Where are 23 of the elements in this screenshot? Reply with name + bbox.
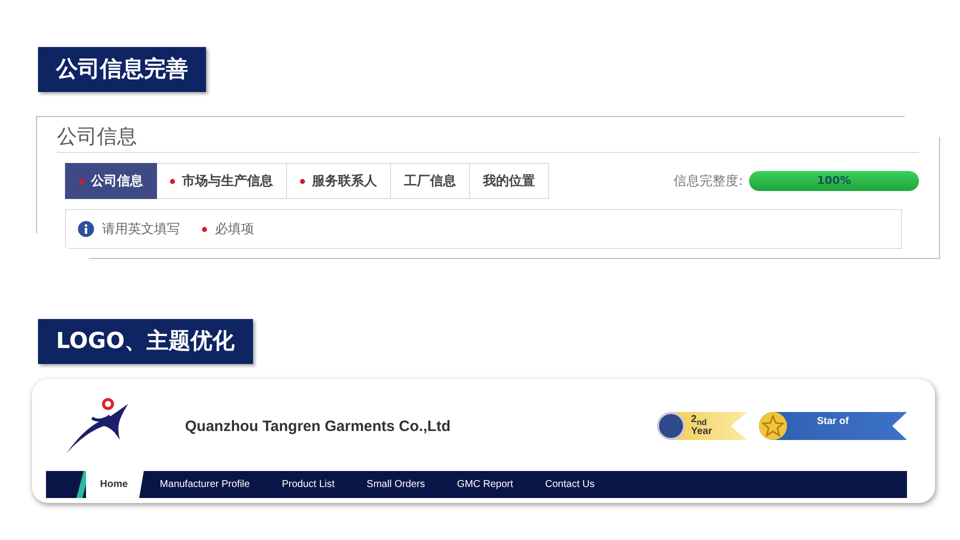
year-badge: 2$_{nd}$ Year <box>657 412 747 440</box>
note-text: 必填项 <box>215 221 254 238</box>
required-dot-icon <box>202 226 207 232</box>
nav-link[interactable]: Small Orders <box>350 471 442 498</box>
tab[interactable]: 工厂信息 <box>391 163 470 199</box>
nav-link[interactable]: Home <box>86 471 144 498</box>
nav-link[interactable]: Manufacturer Profile <box>144 471 266 498</box>
section-heading: LOGO、主题优化 <box>38 319 253 364</box>
tab[interactable]: 市场与生产信息 <box>157 163 287 199</box>
company-name: Quanzhou Tangren Garments Co.,Ltd <box>185 418 451 434</box>
completeness-label: 信息完整度: <box>674 173 743 190</box>
tab[interactable]: 服务联系人 <box>287 163 391 199</box>
star-badge: Star of <box>759 412 907 440</box>
info-icon <box>78 221 94 237</box>
nav-link[interactable]: Product List <box>266 471 351 498</box>
tab[interactable]: 我的位置 <box>470 163 549 199</box>
note-text: 请用英文填写 <box>102 221 180 238</box>
panel-title: 公司信息 <box>57 123 919 153</box>
nav-link[interactable]: Contact Us <box>529 471 611 498</box>
progress-reading: 100% <box>816 173 852 189</box>
section-heading: 公司信息完善 <box>38 47 206 92</box>
nav-link[interactable]: GMC Report <box>441 471 530 498</box>
tab[interactable]: 公司信息 <box>65 163 157 199</box>
